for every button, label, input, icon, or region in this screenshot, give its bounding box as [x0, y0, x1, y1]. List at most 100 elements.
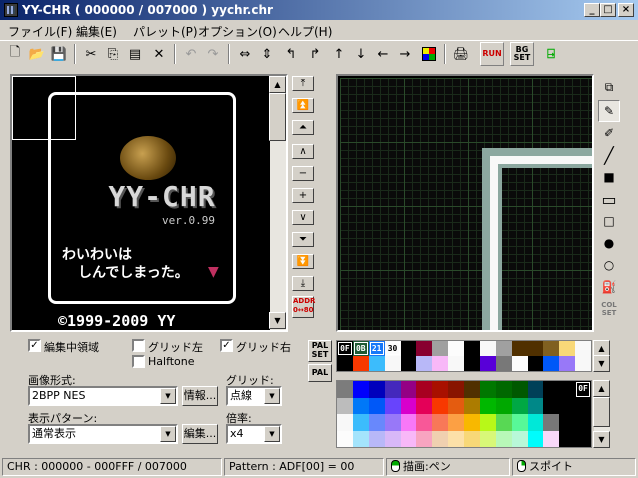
menu-palette[interactable]: パレット(P) [133, 23, 198, 40]
palette-swatch[interactable] [448, 341, 464, 356]
edit-pattern-button[interactable]: 編集... [182, 424, 218, 444]
fill-bucket-icon[interactable]: ⛽ [598, 276, 620, 298]
full-palette-swatch[interactable] [432, 430, 449, 447]
full-palette-swatch[interactable] [384, 414, 401, 431]
full-palette-swatch[interactable] [400, 414, 417, 431]
scroll-up-icon[interactable]: ▲ [269, 76, 286, 93]
nav-down-icon[interactable]: ∨ [292, 210, 314, 225]
full-palette-swatch[interactable] [559, 430, 576, 447]
pixel-editor[interactable] [336, 74, 594, 332]
maximize-button[interactable]: □ [600, 3, 616, 17]
print-preview-icon[interactable]: 🖨 [450, 43, 472, 65]
full-palette-swatch[interactable] [543, 381, 560, 398]
exit-icon[interactable]: ⍈ [540, 43, 562, 65]
palette-scrollbar[interactable]: ▲ ▼ [593, 340, 610, 372]
palette-swatch[interactable]: 30 [384, 341, 401, 356]
grid-left-checkbox[interactable] [132, 339, 145, 352]
scroll-down-icon[interactable]: ▼ [593, 431, 610, 448]
palette-swatch[interactable] [495, 341, 512, 356]
palette-swatch[interactable] [432, 356, 449, 371]
nav-page-up-icon[interactable]: ⏫ [292, 98, 314, 113]
pen-icon[interactable]: ✎ [598, 100, 620, 122]
palette-swatch[interactable] [352, 356, 369, 371]
palette-swatch[interactable] [511, 341, 528, 356]
rotate-left-icon[interactable]: ↰ [280, 43, 302, 65]
full-palette-swatch[interactable] [448, 381, 464, 398]
full-palette-swatch[interactable] [527, 430, 544, 447]
shift-down-icon[interactable]: ↓ [350, 43, 372, 65]
menu-file[interactable]: ファイル(F) [8, 23, 72, 40]
full-palette-swatch[interactable] [337, 381, 353, 398]
palette-swatch[interactable] [559, 341, 576, 356]
rect-icon[interactable]: □ [598, 210, 620, 232]
nav-plus-icon[interactable]: + [292, 188, 314, 203]
full-palette-swatch[interactable] [511, 397, 528, 414]
info-button[interactable]: 情報... [182, 386, 218, 406]
display-pattern-select[interactable]: 通常表示 ▼ [28, 424, 178, 444]
palette-swatch[interactable] [337, 356, 353, 371]
shift-right-icon[interactable]: → [394, 43, 416, 65]
palette-swatch[interactable] [543, 341, 560, 356]
full-palette-swatch[interactable] [352, 430, 369, 447]
run-button[interactable]: RUN [480, 42, 504, 66]
nav-last-icon[interactable]: ⤓ [292, 276, 314, 291]
palette-swatch[interactable] [543, 356, 560, 371]
save-icon[interactable]: 💾 [48, 43, 70, 65]
open-folder-icon[interactable]: 📂 [26, 43, 48, 65]
palette-swatch[interactable]: 0B [352, 341, 369, 356]
grid-right-checkbox[interactable]: ✓ [220, 339, 233, 352]
nav-first-icon[interactable]: ⤒ [292, 76, 314, 91]
minimize-button[interactable]: _ [584, 3, 600, 17]
menu-edit[interactable]: 編集(E) [76, 23, 117, 40]
full-palette-swatch[interactable] [479, 414, 496, 431]
preview-scrollbar[interactable]: ▲ ▼ [269, 76, 286, 330]
full-palette-swatch[interactable] [416, 414, 433, 431]
full-palette-swatch[interactable] [432, 381, 449, 398]
flip-horizontal-icon[interactable]: ⇔ [234, 43, 256, 65]
delete-icon[interactable]: ✕ [148, 43, 170, 65]
rotate-right-icon[interactable]: ↱ [304, 43, 326, 65]
halftone-checkbox[interactable] [132, 355, 145, 368]
palette-swatch[interactable] [384, 356, 401, 371]
paste-icon[interactable]: ▤ [124, 43, 146, 65]
palette-swatch[interactable] [448, 356, 464, 371]
palette-swatch[interactable] [527, 341, 544, 356]
line-icon[interactable]: ╱ [598, 144, 620, 166]
scroll-up-icon[interactable]: ▲ [593, 380, 610, 397]
full-palette-swatch[interactable] [511, 430, 528, 447]
full-palette-swatch[interactable] [464, 414, 480, 431]
full-palette-swatch[interactable] [495, 414, 512, 431]
full-palette-swatch[interactable] [559, 397, 576, 414]
rect-dotted-icon[interactable]: ▭ [598, 188, 620, 210]
filled-rect-icon[interactable]: ■ [598, 166, 620, 188]
full-palette-swatch[interactable] [559, 414, 576, 431]
full-palette-swatch[interactable] [575, 430, 591, 447]
full-palette-swatch[interactable] [368, 414, 385, 431]
palette-swatch[interactable] [527, 356, 544, 371]
palette-swatch[interactable] [464, 356, 480, 371]
full-palette-swatch[interactable] [464, 430, 480, 447]
nav-minus-icon[interactable]: − [292, 166, 314, 181]
full-palette-swatch[interactable] [527, 397, 544, 414]
zoom-select[interactable]: x4 ▼ [226, 424, 282, 444]
full-palette-swatch[interactable] [368, 381, 385, 398]
grid-select[interactable]: 点線 ▼ [226, 386, 282, 406]
chevron-down-icon[interactable]: ▼ [160, 388, 176, 404]
full-palette-swatch[interactable] [559, 381, 576, 398]
app-icon[interactable] [4, 3, 18, 17]
full-palette-swatch[interactable] [479, 397, 496, 414]
palette-swatch[interactable] [575, 356, 591, 371]
palette-set-grid[interactable]: 0F 0B 21 30 [336, 340, 592, 372]
colset-button[interactable]: COL SET [598, 298, 620, 320]
full-palette-swatch[interactable] [448, 397, 464, 414]
chevron-down-icon[interactable]: ▼ [160, 426, 176, 442]
palette-swatch[interactable] [416, 341, 433, 356]
menu-help[interactable]: ヘルプ(H) [278, 23, 332, 40]
edit-area-checkbox[interactable]: ✓ [28, 339, 41, 352]
full-palette-swatch[interactable] [479, 381, 496, 398]
scroll-down-icon[interactable]: ▼ [269, 312, 286, 329]
image-format-select[interactable]: 2BPP NES ▼ [28, 386, 178, 406]
nav-up-fast-icon[interactable]: ⏶ [292, 120, 314, 135]
full-palette-swatch[interactable] [575, 414, 591, 431]
full-palette-swatch[interactable] [337, 430, 353, 447]
